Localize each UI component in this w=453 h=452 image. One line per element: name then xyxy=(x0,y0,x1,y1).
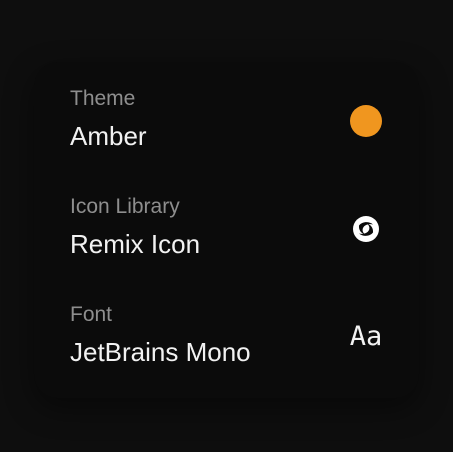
settings-card: Theme Amber Icon Library Remix Icon Font… xyxy=(34,62,419,398)
icon-library-indicator[interactable] xyxy=(348,211,384,247)
font-sample-indicator[interactable]: Aa xyxy=(348,319,384,355)
remix-icon-logo-icon xyxy=(353,216,379,242)
icon-library-label: Icon Library xyxy=(70,195,180,218)
font-sample-text: Aa xyxy=(349,321,383,352)
theme-setting-row[interactable]: Theme Amber xyxy=(70,86,384,156)
icon-library-setting-row[interactable]: Icon Library Remix Icon xyxy=(70,194,384,264)
icon-library-value: Remix Icon xyxy=(70,229,201,259)
theme-color-swatch xyxy=(350,105,382,137)
page: Theme Amber Icon Library Remix Icon Font… xyxy=(0,0,453,452)
font-label: Font xyxy=(70,303,113,326)
theme-value: Amber xyxy=(70,121,147,151)
font-value: JetBrains Mono xyxy=(70,337,251,367)
font-setting-row[interactable]: Font JetBrains Mono Aa xyxy=(70,302,384,372)
theme-swatch-indicator[interactable] xyxy=(348,103,384,139)
theme-label: Theme xyxy=(70,87,136,110)
